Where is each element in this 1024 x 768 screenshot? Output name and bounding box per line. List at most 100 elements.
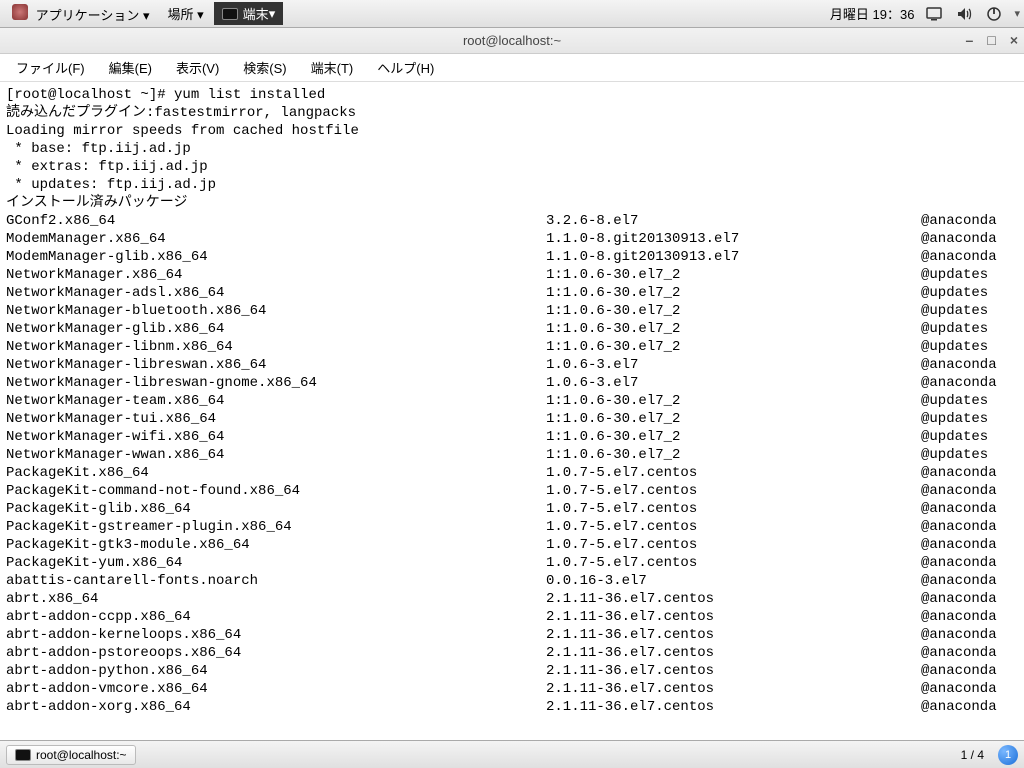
places-menu[interactable]: 場所 ▾ xyxy=(160,2,212,25)
package-repo: @anaconda xyxy=(921,230,1018,248)
package-version: 2.1.11-36.el7.centos xyxy=(546,644,921,662)
package-version: 1:1.0.6-30.el7_2 xyxy=(546,284,921,302)
package-repo: @anaconda xyxy=(921,374,1018,392)
package-name: NetworkManager-bluetooth.x86_64 xyxy=(6,302,546,320)
package-row: abattis-cantarell-fonts.noarch0.0.16-3.e… xyxy=(6,572,1018,590)
package-row: NetworkManager-glib.x86_641:1.0.6-30.el7… xyxy=(6,320,1018,338)
menu-file[interactable]: ファイル(F) xyxy=(6,55,95,80)
apps-menu[interactable]: アプリケーション ▾ xyxy=(4,2,158,26)
screen-icon[interactable] xyxy=(924,4,944,24)
package-version: 1:1.0.6-30.el7_2 xyxy=(546,428,921,446)
package-name: NetworkManager-libreswan-gnome.x86_64 xyxy=(6,374,546,392)
package-repo: @anaconda xyxy=(921,662,1018,680)
package-name: NetworkManager-libnm.x86_64 xyxy=(6,338,546,356)
package-name: abrt-addon-python.x86_64 xyxy=(6,662,546,680)
package-name: abrt-addon-kerneloops.x86_64 xyxy=(6,626,546,644)
package-name: GConf2.x86_64 xyxy=(6,212,546,230)
package-name: abrt-addon-xorg.x86_64 xyxy=(6,698,546,716)
package-name: abrt-addon-pstoreoops.x86_64 xyxy=(6,644,546,662)
package-name: PackageKit-glib.x86_64 xyxy=(6,500,546,518)
package-repo: @anaconda xyxy=(921,464,1018,482)
package-repo: @anaconda xyxy=(921,482,1018,500)
menu-terminal[interactable]: 端末(T) xyxy=(301,55,364,80)
terminal-icon xyxy=(222,8,238,20)
taskbar-item-terminal[interactable]: root@localhost:~ xyxy=(6,745,136,765)
menu-search[interactable]: 検索(S) xyxy=(233,55,296,80)
package-name: NetworkManager-tui.x86_64 xyxy=(6,410,546,428)
menu-edit[interactable]: 編集(E) xyxy=(99,55,162,80)
package-row: NetworkManager-adsl.x86_641:1.0.6-30.el7… xyxy=(6,284,1018,302)
package-row: abrt-addon-ccpp.x86_642.1.11-36.el7.cent… xyxy=(6,608,1018,626)
terminal-body[interactable]: [root@localhost ~]# yum list installed 読… xyxy=(0,82,1024,740)
package-version: 1:1.0.6-30.el7_2 xyxy=(546,338,921,356)
window-titlebar[interactable]: root@localhost:~ – □ × xyxy=(0,28,1024,54)
package-version: 1:1.0.6-30.el7_2 xyxy=(546,392,921,410)
menu-help[interactable]: ヘルプ(H) xyxy=(367,55,444,80)
package-repo: @anaconda xyxy=(921,698,1018,716)
maximize-button[interactable]: □ xyxy=(987,32,995,48)
package-row: ModemManager-glib.x86_641.1.0-8.git20130… xyxy=(6,248,1018,266)
package-repo: @updates xyxy=(921,284,1018,302)
package-name: PackageKit-command-not-found.x86_64 xyxy=(6,482,546,500)
package-name: abrt-addon-vmcore.x86_64 xyxy=(6,680,546,698)
package-version: 1:1.0.6-30.el7_2 xyxy=(546,266,921,284)
package-row: PackageKit-command-not-found.x86_641.0.7… xyxy=(6,482,1018,500)
package-row: NetworkManager-libreswan.x86_641.0.6-3.e… xyxy=(6,356,1018,374)
package-version: 1:1.0.6-30.el7_2 xyxy=(546,446,921,464)
volume-icon[interactable] xyxy=(954,4,974,24)
package-version: 1.1.0-8.git20130913.el7 xyxy=(546,248,921,266)
package-row: NetworkManager-wifi.x86_641:1.0.6-30.el7… xyxy=(6,428,1018,446)
close-button[interactable]: × xyxy=(1010,32,1018,48)
taskbar-item-label: root@localhost:~ xyxy=(36,748,127,762)
package-version: 1.0.7-5.el7.centos xyxy=(546,554,921,572)
package-row: NetworkManager-wwan.x86_641:1.0.6-30.el7… xyxy=(6,446,1018,464)
package-row: NetworkManager-libnm.x86_641:1.0.6-30.el… xyxy=(6,338,1018,356)
package-version: 1.0.7-5.el7.centos xyxy=(546,464,921,482)
active-app-label: 端末 xyxy=(243,4,269,23)
package-row: NetworkManager-team.x86_641:1.0.6-30.el7… xyxy=(6,392,1018,410)
places-menu-label: 場所 xyxy=(168,7,194,22)
package-repo: @anaconda xyxy=(921,536,1018,554)
package-name: NetworkManager-adsl.x86_64 xyxy=(6,284,546,302)
package-version: 1:1.0.6-30.el7_2 xyxy=(546,320,921,338)
package-version: 1.0.7-5.el7.centos xyxy=(546,482,921,500)
package-version: 0.0.16-3.el7 xyxy=(546,572,921,590)
power-icon[interactable] xyxy=(984,4,1004,24)
package-version: 2.1.11-36.el7.centos xyxy=(546,680,921,698)
package-row: abrt-addon-pstoreoops.x86_642.1.11-36.el… xyxy=(6,644,1018,662)
package-repo: @updates xyxy=(921,302,1018,320)
package-version: 2.1.11-36.el7.centos xyxy=(546,608,921,626)
package-repo: @updates xyxy=(921,320,1018,338)
package-version: 2.1.11-36.el7.centos xyxy=(546,662,921,680)
notification-badge[interactable]: 1 xyxy=(998,745,1018,765)
workspace-indicator[interactable]: 1 / 4 xyxy=(955,746,990,764)
clock-label[interactable]: 月曜日 19：36 xyxy=(830,4,915,23)
package-row: PackageKit.x86_641.0.7-5.el7.centos@anac… xyxy=(6,464,1018,482)
active-app-indicator[interactable]: 端末 ▾ xyxy=(214,2,284,25)
package-name: NetworkManager-wwan.x86_64 xyxy=(6,446,546,464)
package-repo: @anaconda xyxy=(921,626,1018,644)
package-name: NetworkManager-libreswan.x86_64 xyxy=(6,356,546,374)
menu-view[interactable]: 表示(V) xyxy=(166,55,229,80)
package-version: 1.0.7-5.el7.centos xyxy=(546,536,921,554)
terminal-window: root@localhost:~ – □ × ファイル(F) 編集(E) 表示(… xyxy=(0,28,1024,740)
package-row: abrt-addon-vmcore.x86_642.1.11-36.el7.ce… xyxy=(6,680,1018,698)
package-row: abrt-addon-xorg.x86_642.1.11-36.el7.cent… xyxy=(6,698,1018,716)
minimize-button[interactable]: – xyxy=(966,32,974,48)
bottom-panel: root@localhost:~ 1 / 4 1 xyxy=(0,740,1024,768)
package-name: PackageKit-yum.x86_64 xyxy=(6,554,546,572)
package-name: NetworkManager.x86_64 xyxy=(6,266,546,284)
package-repo: @anaconda xyxy=(921,644,1018,662)
package-name: NetworkManager-glib.x86_64 xyxy=(6,320,546,338)
package-row: NetworkManager-libreswan-gnome.x86_641.0… xyxy=(6,374,1018,392)
gnome-foot-icon xyxy=(12,4,28,20)
package-version: 1.0.7-5.el7.centos xyxy=(546,518,921,536)
terminal-preamble: [root@localhost ~]# yum list installed 読… xyxy=(6,86,1018,212)
package-name: NetworkManager-wifi.x86_64 xyxy=(6,428,546,446)
package-repo: @updates xyxy=(921,266,1018,284)
package-row: PackageKit-gtk3-module.x86_641.0.7-5.el7… xyxy=(6,536,1018,554)
package-repo: @updates xyxy=(921,446,1018,464)
package-name: abrt.x86_64 xyxy=(6,590,546,608)
panel-chevron-icon[interactable]: ▾ xyxy=(1014,7,1020,20)
package-version: 1.0.6-3.el7 xyxy=(546,374,921,392)
